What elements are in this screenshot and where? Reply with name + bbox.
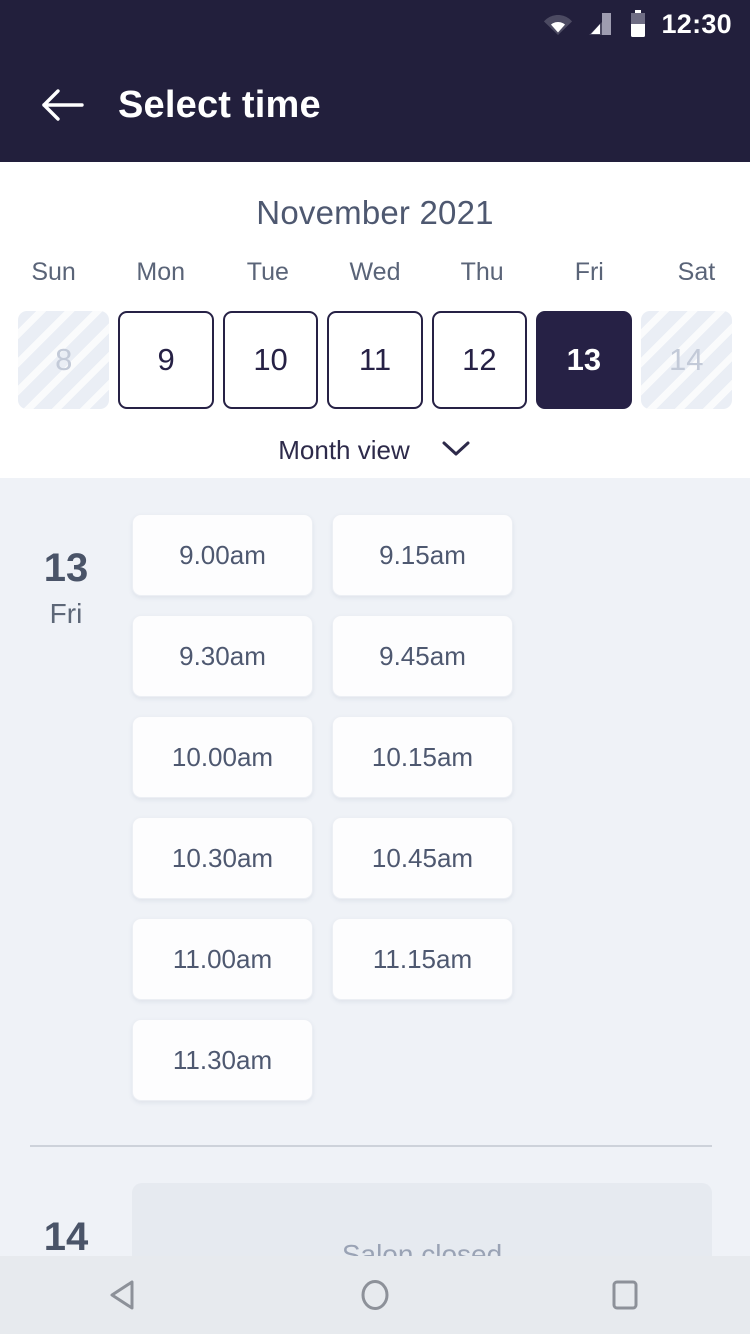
- day-group-13: 13 Fri 9.00am 9.15am 9.30am 9.45am 10.00…: [0, 478, 750, 1101]
- date-cell-8: 8: [18, 311, 110, 409]
- weekday-label-sat: Sat: [677, 258, 716, 286]
- day-group-label: 13 Fri: [0, 514, 132, 1101]
- date-strip: 8 9 10 11 12 13 14: [0, 311, 750, 409]
- date-cell-11[interactable]: 11: [327, 311, 423, 409]
- weekday-label-fri: Fri: [574, 258, 604, 286]
- time-slot[interactable]: 10.00am: [132, 716, 313, 798]
- weekday-label-mon: Mon: [136, 258, 186, 286]
- time-slot[interactable]: 10.30am: [132, 817, 313, 899]
- weekday-cell: Tue: [214, 258, 321, 287]
- time-slot[interactable]: 11.15am: [332, 918, 513, 1000]
- weekday-header-row: Sun Mon Tue Wed Thu Fri Sat: [0, 258, 750, 287]
- month-title: November 2021: [256, 194, 494, 231]
- nav-back-button[interactable]: [70, 1256, 180, 1334]
- time-slot[interactable]: 9.00am: [132, 514, 313, 596]
- home-circle-icon: [361, 1280, 389, 1310]
- page-title: Select time: [118, 83, 321, 126]
- time-slot[interactable]: 9.30am: [132, 615, 313, 697]
- time-slot[interactable]: 9.15am: [332, 514, 513, 596]
- weekday-label-wed: Wed: [349, 258, 401, 286]
- status-bar: 12:30: [0, 0, 750, 48]
- weekday-cell: Wed: [321, 258, 428, 287]
- recents-square-icon: [612, 1280, 638, 1310]
- battery-icon: [629, 10, 647, 38]
- nav-home-button[interactable]: [320, 1256, 430, 1334]
- weekday-cell: Fri: [536, 258, 643, 287]
- phone-screen: 12:30 Select time November 2021 Sun Mon …: [0, 0, 750, 1334]
- time-slot[interactable]: 11.00am: [132, 918, 313, 1000]
- time-slot[interactable]: 10.15am: [332, 716, 513, 798]
- day-group-weekday: Fri: [49, 598, 83, 629]
- date-cell-14: 14: [640, 311, 732, 409]
- cellular-signal-icon: [587, 11, 615, 37]
- time-slot[interactable]: 11.30am: [132, 1019, 313, 1101]
- month-view-label: Month view: [278, 435, 410, 465]
- weekday-label-tue: Tue: [246, 258, 289, 286]
- time-slot[interactable]: 10.45am: [332, 817, 513, 899]
- chevron-down-icon: [440, 438, 472, 463]
- calendar-panel: November 2021 Sun Mon Tue Wed Thu Fri Sa…: [0, 162, 750, 478]
- weekday-cell: Sun: [0, 258, 107, 287]
- android-nav-bar: [0, 1256, 750, 1334]
- status-clock: 12:30: [661, 8, 732, 39]
- day-group-number: 14: [43, 1215, 89, 1259]
- date-cell-9[interactable]: 9: [118, 311, 214, 409]
- day-group-number: 13: [43, 546, 89, 590]
- date-cell-10[interactable]: 10: [222, 311, 319, 409]
- weekday-label-sun: Sun: [31, 258, 76, 286]
- back-triangle-icon: [110, 1280, 134, 1310]
- weekday-cell: Sat: [643, 258, 750, 287]
- wifi-icon: [543, 12, 573, 36]
- arrow-left-icon: [42, 89, 84, 121]
- weekday-label-thu: Thu: [460, 258, 504, 286]
- back-button[interactable]: [14, 57, 110, 153]
- date-cell-12[interactable]: 12: [431, 311, 528, 409]
- weekday-cell: Thu: [429, 258, 536, 287]
- nav-recents-button[interactable]: [570, 1256, 680, 1334]
- schedule-content: 13 Fri 9.00am 9.15am 9.30am 9.45am 10.00…: [0, 478, 750, 1327]
- date-cell-13[interactable]: 13: [536, 311, 632, 409]
- app-bar: Select time: [0, 48, 750, 162]
- month-view-toggle[interactable]: Month view: [0, 435, 750, 466]
- time-slot-grid: 9.00am 9.15am 9.30am 9.45am 10.00am 10.1…: [132, 514, 750, 1101]
- weekday-cell: Mon: [107, 258, 214, 287]
- time-slot[interactable]: 9.45am: [332, 615, 513, 697]
